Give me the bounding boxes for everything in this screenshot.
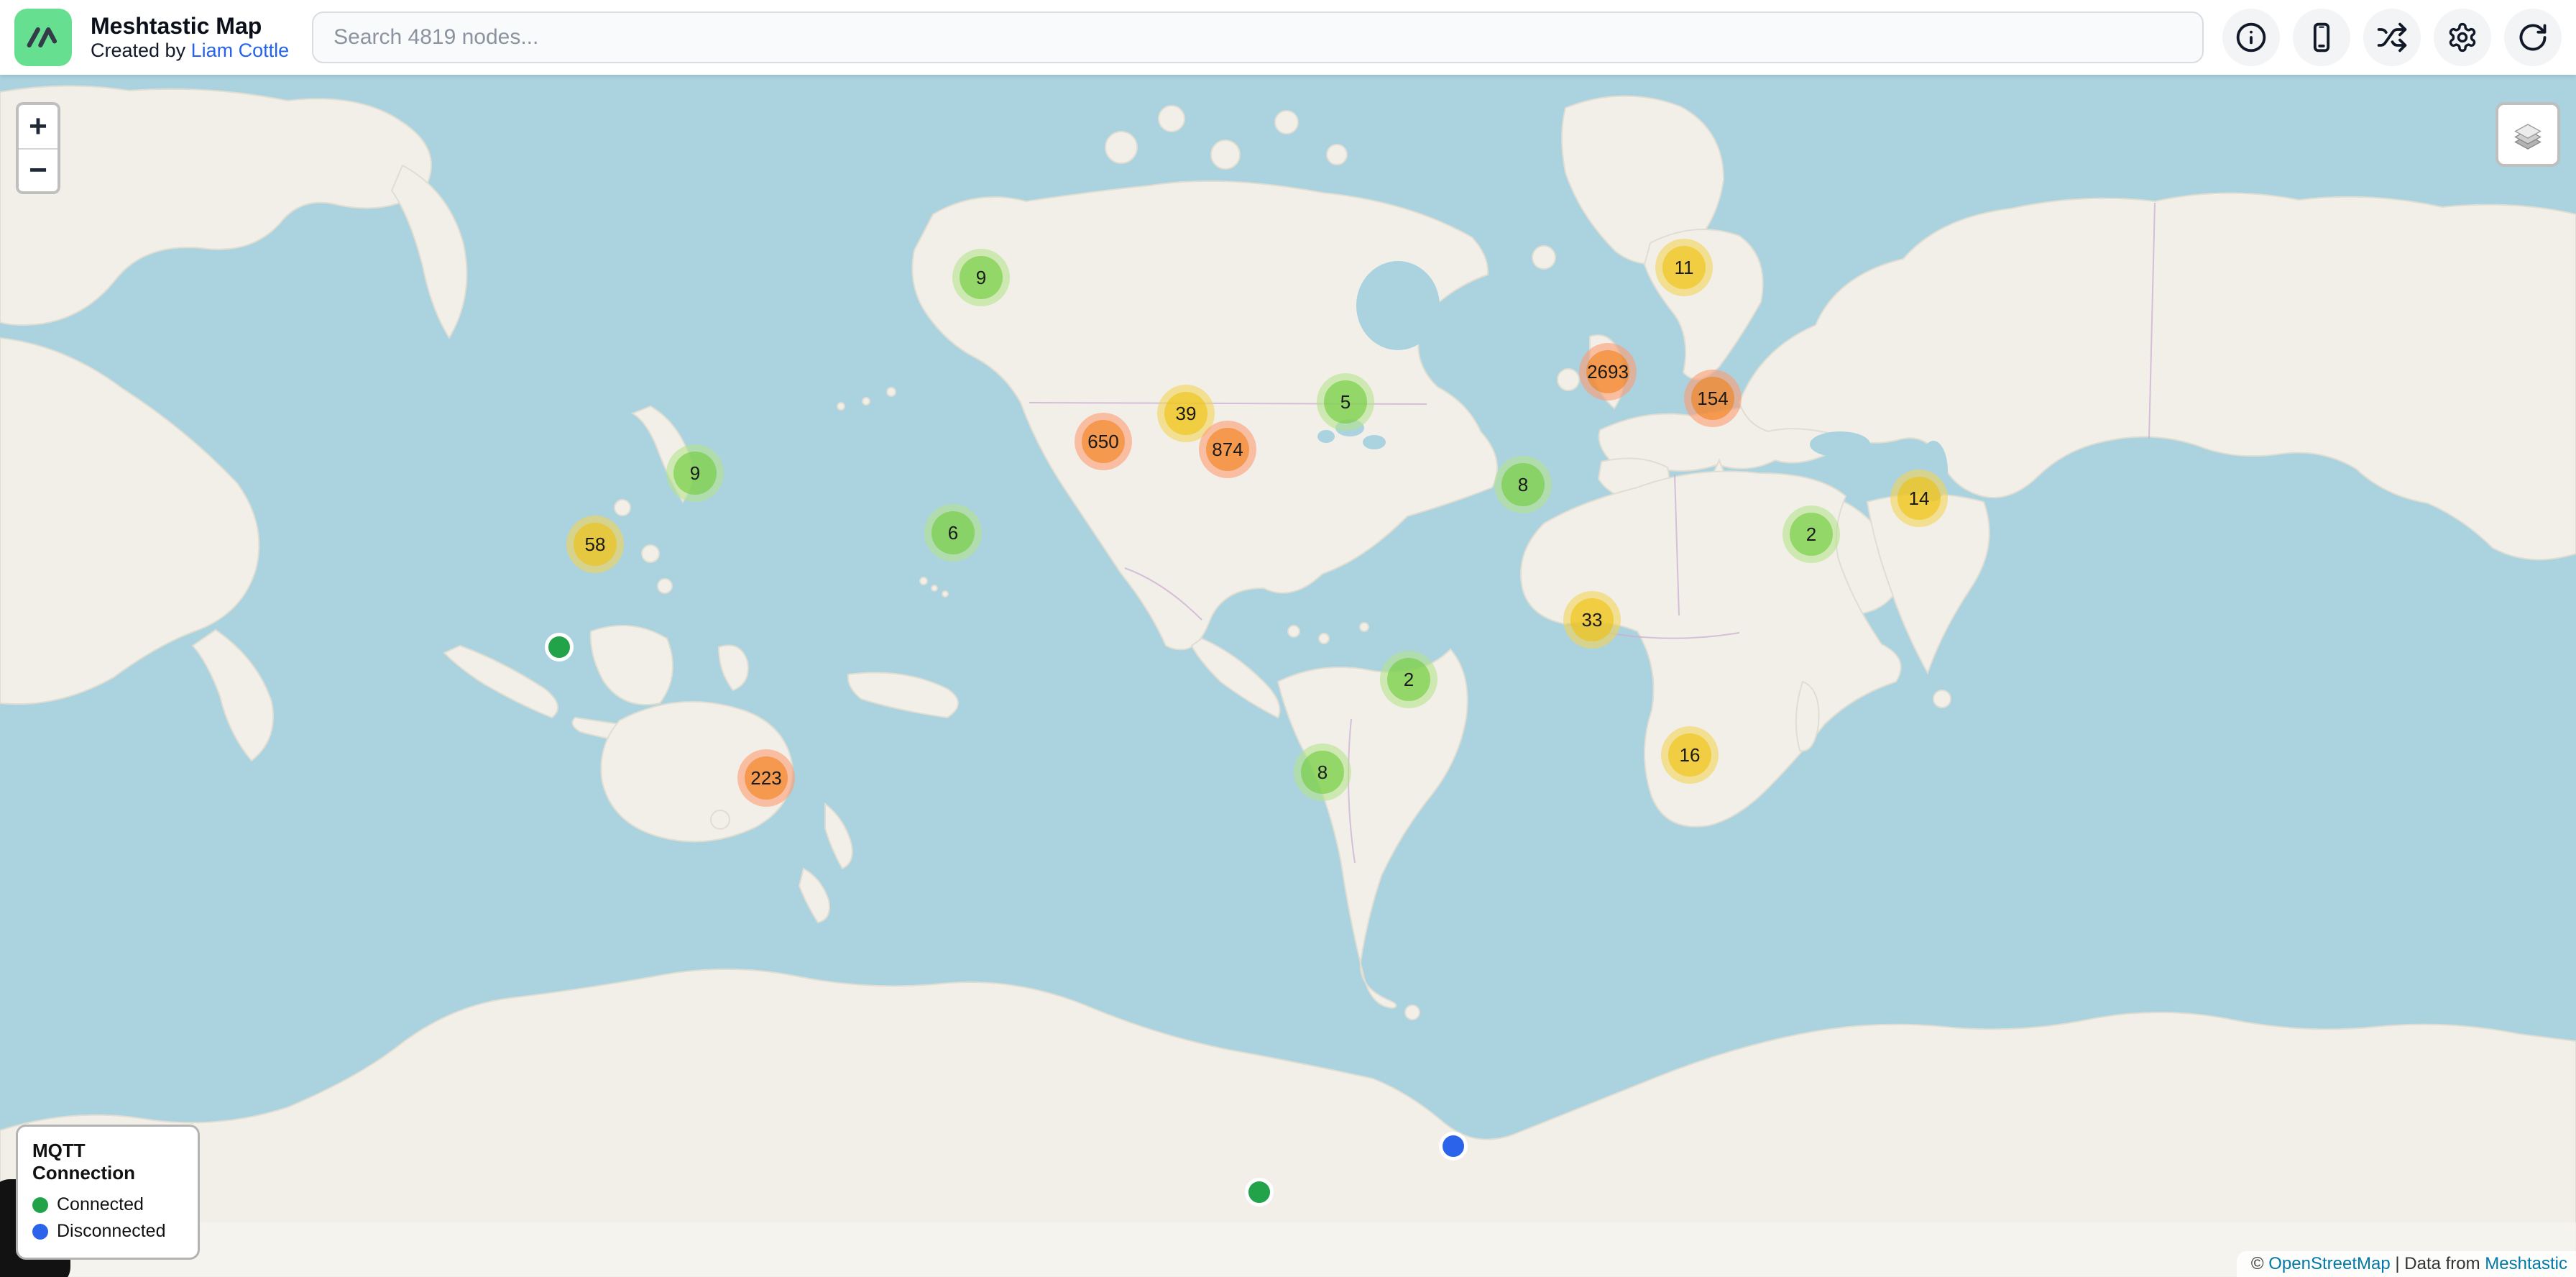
cluster-count: 2 — [1790, 513, 1833, 556]
cluster-marker-arabian-sea[interactable]: 2 — [1782, 505, 1840, 563]
attribution-middle: | Data from — [2391, 1254, 2485, 1274]
settings-gear-icon — [2447, 22, 2478, 53]
legend-row-disconnected: Disconnected — [32, 1221, 183, 1242]
cluster-marker-northeast-america[interactable]: 5 — [1317, 373, 1374, 431]
cluster-count: 8 — [1301, 751, 1344, 794]
cluster-count: 39 — [1164, 392, 1208, 435]
cluster-count: 16 — [1668, 733, 1711, 777]
app-header: Meshtastic Map Created by Liam Cottle — [0, 0, 2576, 75]
cluster-marker-alaska[interactable]: 9 — [952, 249, 1010, 306]
zoom-in-button[interactable]: + — [19, 105, 58, 148]
cluster-count: 154 — [1691, 377, 1734, 420]
connected-dot-icon — [32, 1197, 48, 1213]
cluster-count: 9 — [960, 256, 1003, 299]
cluster-count: 8 — [1501, 463, 1545, 506]
cluster-count: 6 — [932, 511, 975, 554]
node-marker-disconnected[interactable] — [1439, 1132, 1468, 1161]
random-node-button[interactable] — [2363, 9, 2421, 66]
cluster-count: 33 — [1570, 598, 1614, 641]
cluster-marker-southeast-asia[interactable]: 58 — [566, 516, 624, 573]
search-input[interactable] — [312, 12, 2204, 63]
cluster-count: 2693 — [1586, 350, 1629, 393]
device-button[interactable] — [2293, 9, 2350, 66]
legend-title: MQTT Connection — [32, 1140, 183, 1184]
cluster-count: 5 — [1324, 380, 1367, 424]
cluster-count: 650 — [1082, 420, 1125, 463]
search-wrap — [312, 12, 2204, 63]
map-canvas[interactable]: 911269315439650874581429586332168223 + −… — [0, 0, 2576, 1277]
refresh-icon — [2517, 22, 2549, 53]
zoom-out-button[interactable]: − — [19, 148, 58, 191]
cluster-marker-new-zealand[interactable]: 223 — [737, 749, 795, 807]
info-icon — [2235, 22, 2267, 53]
node-marker-connected[interactable] — [545, 633, 574, 662]
openstreetmap-link[interactable]: OpenStreetMap — [2268, 1254, 2390, 1274]
refresh-button[interactable] — [2504, 9, 2562, 66]
smartphone-icon — [2306, 22, 2337, 53]
legend-label-connected: Connected — [57, 1194, 144, 1215]
map-attribution: © OpenStreetMap | Data from Meshtastic — [2237, 1251, 2576, 1277]
cluster-count: 14 — [1898, 477, 1941, 520]
cluster-marker-argentina[interactable]: 8 — [1294, 743, 1351, 801]
cluster-marker-central-usa[interactable]: 874 — [1199, 421, 1256, 478]
cluster-count: 58 — [574, 523, 617, 566]
layers-control[interactable] — [2496, 102, 2560, 167]
cluster-count: 2 — [1387, 658, 1430, 701]
disconnected-dot-icon — [32, 1224, 48, 1240]
settings-button[interactable] — [2434, 9, 2491, 66]
meshtastic-link[interactable]: Meshtastic — [2485, 1254, 2567, 1274]
cluster-count: 9 — [673, 452, 717, 495]
author-link[interactable]: Liam Cottle — [191, 40, 290, 61]
cluster-marker-brazil[interactable]: 2 — [1380, 651, 1438, 708]
map-zoom-control: + − — [16, 102, 60, 194]
cluster-marker-japan[interactable]: 9 — [666, 444, 724, 502]
meshtastic-logo-icon — [14, 9, 72, 66]
mqtt-legend: MQTT Connection Connected Disconnected — [16, 1125, 200, 1260]
cluster-count: 874 — [1206, 428, 1249, 471]
info-button[interactable] — [2222, 9, 2280, 66]
markers-layer: 911269315439650874581429586332168223 — [0, 0, 2576, 1277]
cluster-marker-northwest-africa[interactable]: 8 — [1494, 456, 1552, 513]
page-subtitle: Created by Liam Cottle — [91, 40, 289, 62]
cluster-marker-gulf-of-guinea[interactable]: 33 — [1563, 591, 1621, 649]
page-title: Meshtastic Map — [91, 13, 289, 40]
cluster-marker-india[interactable]: 14 — [1890, 470, 1948, 527]
cluster-count: 11 — [1662, 246, 1706, 289]
cluster-count: 223 — [745, 756, 788, 800]
legend-label-disconnected: Disconnected — [57, 1221, 165, 1242]
cluster-marker-eastern-europe[interactable]: 154 — [1684, 370, 1742, 427]
cluster-marker-western-europe[interactable]: 2693 — [1579, 343, 1637, 401]
cluster-marker-scandinavia[interactable]: 11 — [1655, 239, 1713, 296]
shuffle-icon — [2376, 22, 2408, 53]
attribution-copyright: © — [2251, 1254, 2268, 1274]
legend-row-connected: Connected — [32, 1194, 183, 1215]
header-buttons — [2222, 9, 2562, 66]
node-marker-connected[interactable] — [1245, 1178, 1274, 1207]
cluster-marker-south-africa[interactable]: 16 — [1661, 726, 1719, 784]
title-block: Meshtastic Map Created by Liam Cottle — [91, 13, 293, 62]
cluster-marker-pacific[interactable]: 6 — [924, 504, 982, 562]
cluster-marker-west-coast-usa[interactable]: 650 — [1075, 413, 1132, 470]
layers-stack-icon — [2508, 114, 2548, 155]
